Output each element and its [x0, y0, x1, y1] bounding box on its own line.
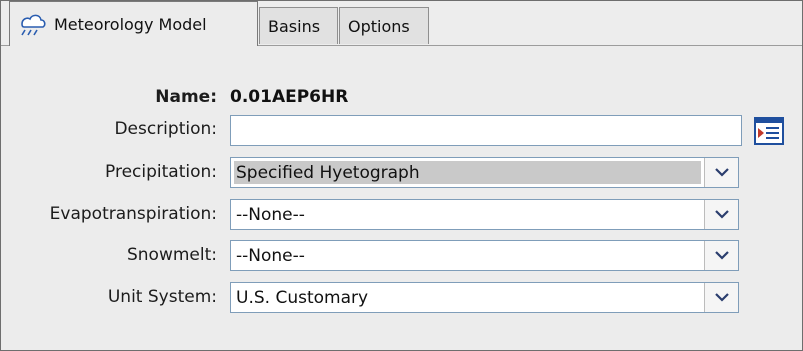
precipitation-select[interactable]: Specified Hyetograph	[230, 157, 739, 188]
unit-system-value: U.S. Customary	[236, 287, 369, 308]
chevron-down-icon	[714, 251, 729, 260]
name-value: 0.01AEP6HR	[230, 87, 349, 107]
unit-system-select[interactable]: U.S. Customary	[230, 282, 739, 313]
meteorology-icon	[18, 11, 48, 37]
meteorology-model-panel: Name: 0.01AEP6HR Description: Precipitat…	[1, 46, 802, 350]
name-label: Name:	[155, 87, 217, 107]
description-label: Description:	[114, 119, 217, 139]
snowmelt-label: Snowmelt:	[126, 245, 217, 265]
tab-basins[interactable]: Basins	[259, 7, 338, 44]
precipitation-label: Precipitation:	[105, 162, 217, 182]
snowmelt-value: --None--	[236, 245, 305, 266]
snowmelt-select[interactable]: --None--	[230, 240, 739, 271]
evapotranspiration-label: Evapotranspiration:	[49, 204, 217, 224]
unit-system-dropdown-button[interactable]	[704, 283, 738, 312]
edit-description-button[interactable]	[752, 115, 786, 147]
chevron-down-icon	[714, 168, 729, 177]
evapotranspiration-select[interactable]: --None--	[230, 199, 739, 230]
snowmelt-dropdown-button[interactable]	[704, 241, 738, 270]
evapotranspiration-dropdown-button[interactable]	[704, 200, 738, 229]
tab-basins-label: Basins	[268, 16, 321, 36]
tab-meteorology-model-label: Meteorology Model	[54, 14, 207, 34]
tab-options-label: Options	[348, 16, 410, 36]
tab-strip: Meteorology Model Basins Options	[1, 1, 802, 46]
edit-description-icon	[754, 117, 784, 145]
precipitation-dropdown-button[interactable]	[704, 158, 738, 187]
tab-options[interactable]: Options	[339, 7, 429, 44]
chevron-down-icon	[714, 293, 729, 302]
description-field[interactable]	[230, 115, 742, 146]
unit-system-label: Unit System:	[107, 287, 217, 307]
tab-meteorology-model[interactable]: Meteorology Model	[9, 1, 258, 46]
precipitation-value: Specified Hyetograph	[234, 161, 701, 184]
evapotranspiration-value: --None--	[236, 204, 305, 225]
chevron-down-icon	[714, 210, 729, 219]
meteorology-model-window: Meteorology Model Basins Options Name: 0…	[0, 0, 803, 351]
